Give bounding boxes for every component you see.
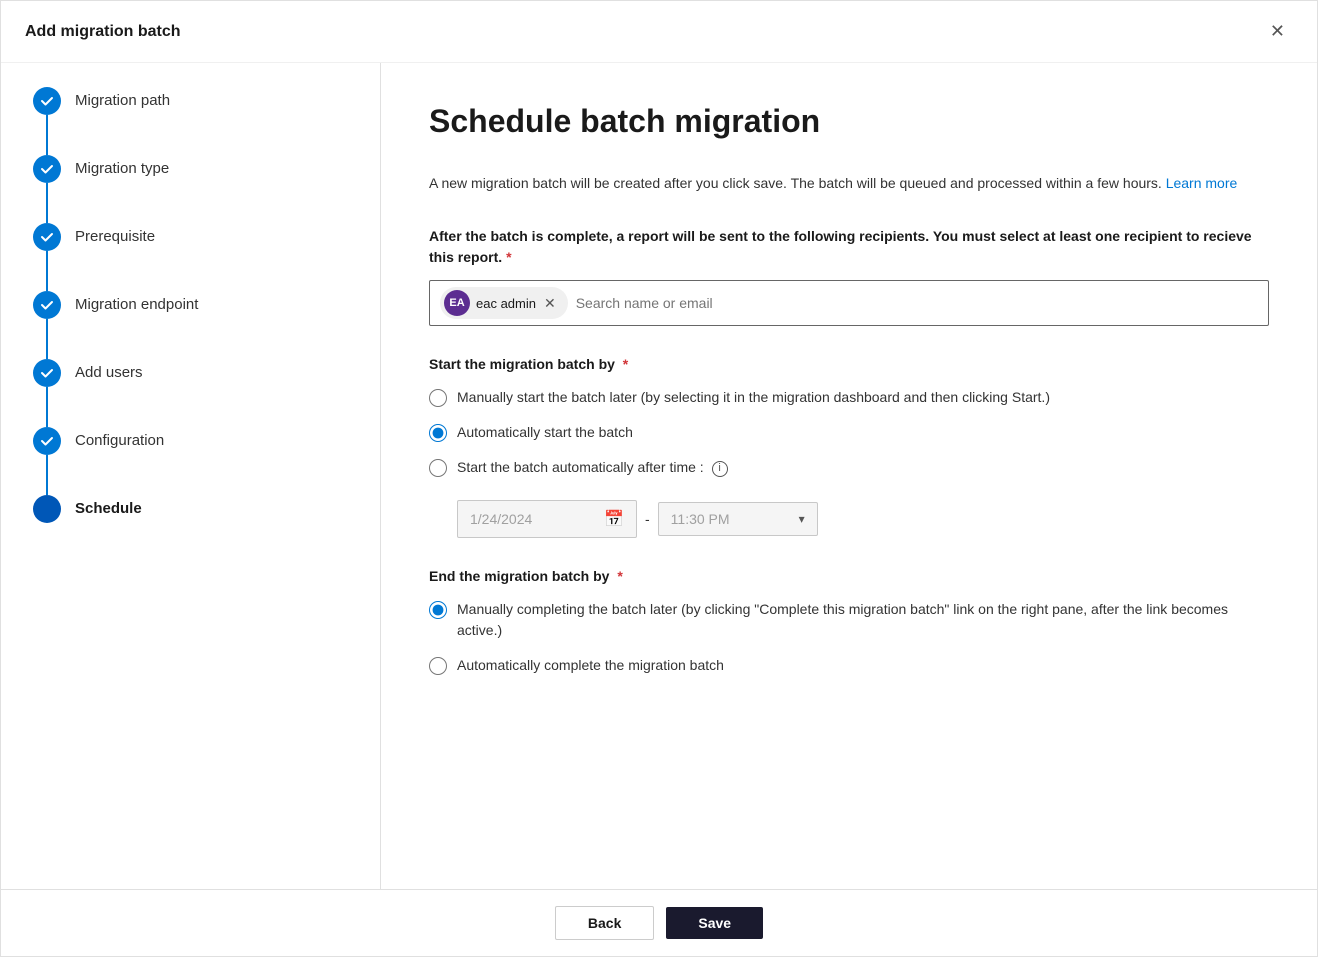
chip-remove-button[interactable]: ✕ <box>542 296 558 310</box>
step-label-migration-endpoint: Migration endpoint <box>61 291 198 315</box>
step-group-add-users: Add users <box>33 359 348 427</box>
step-icon-schedule <box>33 495 61 523</box>
page-title: Schedule batch migration <box>429 103 1269 140</box>
step-icon-migration-path <box>33 87 61 115</box>
start-radio-group: Manually start the batch later (by selec… <box>429 387 1269 538</box>
step-line-migration-path <box>46 115 48 155</box>
step-icon-col-configuration <box>33 427 61 495</box>
info-text-content: A new migration batch will be created af… <box>429 175 1162 191</box>
step-icon-migration-type <box>33 155 61 183</box>
start-after-time-radio[interactable] <box>429 459 447 477</box>
recipients-label: After the batch is complete, a report wi… <box>429 226 1269 268</box>
step-icon-col-migration-type <box>33 155 61 223</box>
back-button[interactable]: Back <box>555 906 654 940</box>
start-option-after-time[interactable]: Start the batch automatically after time… <box>429 457 1269 478</box>
start-option-auto[interactable]: Automatically start the batch <box>429 422 1269 443</box>
step-icon-add-users <box>33 359 61 387</box>
step-label-migration-type: Migration type <box>61 155 169 179</box>
step-group-migration-path: Migration path <box>33 87 348 155</box>
recipient-input-container[interactable]: EA eac admin ✕ <box>429 280 1269 326</box>
end-section: End the migration batch by * Manually co… <box>429 566 1269 676</box>
required-star-start: * <box>619 356 628 372</box>
end-manual-radio[interactable] <box>429 601 447 619</box>
date-placeholder: 1/24/2024 <box>470 511 596 527</box>
step-line-prerequisite <box>46 251 48 291</box>
step-icon-col-schedule <box>33 495 61 523</box>
step-icon-configuration <box>33 427 61 455</box>
close-button[interactable]: ✕ <box>1262 17 1293 46</box>
main-content: Schedule batch migration A new migration… <box>381 63 1317 889</box>
required-star-recipients: * <box>506 249 511 265</box>
dialog-title: Add migration batch <box>25 23 181 41</box>
required-star-end: * <box>613 568 622 584</box>
end-auto-radio[interactable] <box>429 657 447 675</box>
step-group-schedule: Schedule <box>33 495 348 523</box>
step-line-configuration <box>46 455 48 495</box>
start-auto-radio[interactable] <box>429 424 447 442</box>
step-label-prerequisite: Prerequisite <box>61 223 155 247</box>
end-option-auto[interactable]: Automatically complete the migration bat… <box>429 655 1269 676</box>
recipients-section: After the batch is complete, a report wi… <box>429 226 1269 326</box>
step-icon-prerequisite <box>33 223 61 251</box>
time-placeholder: 11:30 PM <box>671 511 791 527</box>
step-label-configuration: Configuration <box>61 427 164 451</box>
step-line-migration-endpoint <box>46 319 48 359</box>
time-dropdown[interactable]: 11:30 PM ▾ <box>658 502 818 536</box>
step-icon-migration-endpoint <box>33 291 61 319</box>
dash-separator: - <box>645 511 650 527</box>
end-auto-label: Automatically complete the migration bat… <box>457 655 724 676</box>
search-input[interactable] <box>576 295 1258 311</box>
step-label-add-users: Add users <box>61 359 143 383</box>
chevron-down-icon: ▾ <box>799 512 805 526</box>
end-section-label: End the migration batch by * <box>429 566 1269 587</box>
start-option-manual[interactable]: Manually start the batch later (by selec… <box>429 387 1269 408</box>
recipient-chip: EA eac admin ✕ <box>440 287 568 319</box>
start-section: Start the migration batch by * Manually … <box>429 354 1269 538</box>
step-line-add-users <box>46 387 48 427</box>
step-group-migration-type: Migration type <box>33 155 348 223</box>
step-group-migration-endpoint: Migration endpoint <box>33 291 348 359</box>
save-button[interactable]: Save <box>666 907 763 939</box>
step-group-configuration: Configuration <box>33 427 348 495</box>
step-label-migration-path: Migration path <box>61 87 170 111</box>
step-icon-col-migration-path <box>33 87 61 155</box>
date-time-row: 1/24/2024 📅 - 11:30 PM ▾ <box>457 500 1269 538</box>
avatar: EA <box>444 290 470 316</box>
step-line-migration-type <box>46 183 48 223</box>
dialog-footer: Back Save <box>1 889 1317 956</box>
start-auto-label: Automatically start the batch <box>457 422 633 443</box>
step-group-prerequisite: Prerequisite <box>33 223 348 291</box>
info-paragraph: A new migration batch will be created af… <box>429 172 1269 194</box>
date-input-box[interactable]: 1/24/2024 📅 <box>457 500 637 538</box>
dialog-header: Add migration batch ✕ <box>1 1 1317 63</box>
start-manual-radio[interactable] <box>429 389 447 407</box>
chip-name: eac admin <box>476 296 536 311</box>
step-icon-col-migration-endpoint <box>33 291 61 359</box>
start-manual-label: Manually start the batch later (by selec… <box>457 387 1050 408</box>
dialog: Add migration batch ✕ Migration pathMigr… <box>0 0 1318 957</box>
step-icon-col-add-users <box>33 359 61 427</box>
learn-more-link[interactable]: Learn more <box>1166 175 1238 191</box>
end-manual-label: Manually completing the batch later (by … <box>457 599 1269 641</box>
info-icon: i <box>712 461 728 477</box>
steps-container: Migration path Migration type Prerequisite… <box>33 87 348 523</box>
start-section-label: Start the migration batch by * <box>429 354 1269 375</box>
calendar-icon: 📅 <box>604 509 624 529</box>
start-after-time-label: Start the batch automatically after time… <box>457 457 728 478</box>
end-option-manual[interactable]: Manually completing the batch later (by … <box>429 599 1269 641</box>
end-radio-group: Manually completing the batch later (by … <box>429 599 1269 676</box>
sidebar: Migration path Migration type Prerequisite… <box>1 63 381 889</box>
dialog-body: Migration path Migration type Prerequisite… <box>1 63 1317 889</box>
step-label-schedule: Schedule <box>61 495 142 519</box>
step-icon-col-prerequisite <box>33 223 61 291</box>
